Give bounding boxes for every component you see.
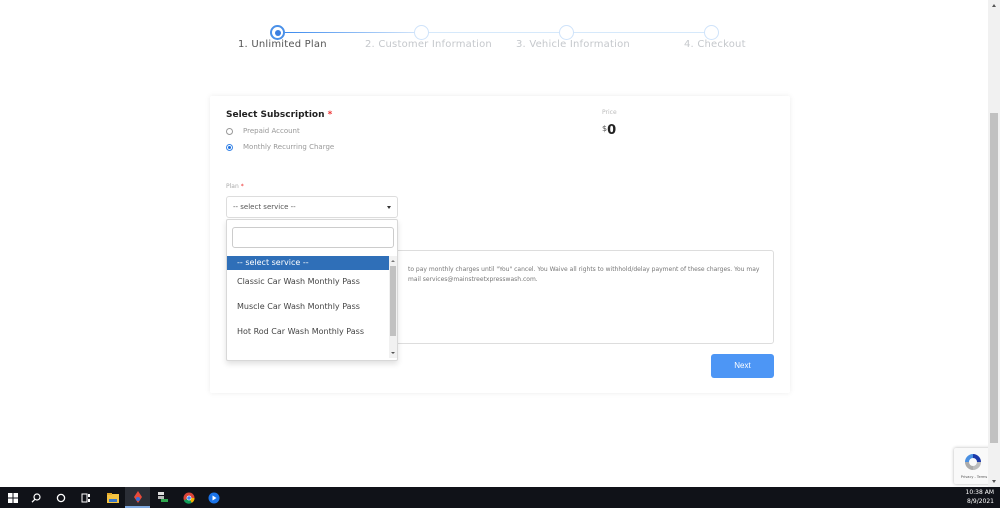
scroll-down-icon[interactable] bbox=[992, 480, 996, 483]
step-4-indicator[interactable] bbox=[704, 25, 719, 40]
recaptcha-privacy-terms[interactable]: Privacy - Terms bbox=[954, 475, 988, 479]
step-3-label: 3. Vehicle Information bbox=[516, 39, 630, 50]
scroll-up-icon[interactable] bbox=[992, 4, 996, 7]
scroll-up-icon[interactable] bbox=[391, 260, 395, 262]
windows-taskbar: 10:38 AM 8/9/2021 bbox=[0, 487, 1000, 508]
cortana-icon[interactable] bbox=[48, 487, 73, 508]
price-value: $0 bbox=[602, 123, 616, 138]
media-app-icon[interactable] bbox=[201, 487, 226, 508]
radio-button[interactable] bbox=[226, 127, 233, 135]
step-1-indicator[interactable] bbox=[270, 25, 285, 40]
dropdown-option[interactable]: Hot Rod Car Wash Monthly Pass bbox=[227, 325, 389, 350]
chrome-icon[interactable] bbox=[176, 487, 201, 508]
scroll-down-icon[interactable] bbox=[391, 352, 395, 354]
windows-start-icon[interactable] bbox=[0, 487, 25, 508]
plan-label-text: Plan bbox=[226, 183, 239, 190]
radio-button[interactable] bbox=[226, 143, 233, 151]
step-connector bbox=[428, 32, 560, 33]
radio-prepaid-account[interactable]: Prepaid Account bbox=[226, 127, 300, 135]
required-mark: * bbox=[327, 110, 333, 120]
select-subscription-heading: Select Subscription * bbox=[226, 110, 332, 120]
browser-viewport: 1. Unlimited Plan 2. Customer Informatio… bbox=[0, 0, 988, 487]
dropdown-option[interactable]: Muscle Car Wash Monthly Pass bbox=[227, 300, 389, 325]
price-label: Price bbox=[602, 109, 617, 116]
dropdown-search-input[interactable] bbox=[232, 227, 394, 248]
scrollbar-thumb[interactable] bbox=[990, 113, 998, 443]
dropdown-scrollbar[interactable] bbox=[389, 256, 397, 358]
caret-down-icon bbox=[387, 206, 391, 209]
search-icon[interactable] bbox=[23, 487, 48, 508]
heading-text: Select Subscription bbox=[226, 110, 325, 120]
plan-label: Plan * bbox=[226, 183, 244, 190]
plan-dropdown: -- select service -- Classic Car Wash Mo… bbox=[226, 219, 398, 361]
app-icon[interactable] bbox=[125, 487, 150, 508]
plan-select[interactable]: -- select service -- bbox=[226, 196, 398, 218]
step-2-indicator[interactable] bbox=[414, 25, 429, 40]
step-4-label: 4. Checkout bbox=[684, 39, 746, 50]
next-button[interactable]: Next bbox=[711, 354, 774, 378]
step-connector bbox=[573, 32, 705, 33]
plan-select-value: -- select service -- bbox=[233, 203, 296, 211]
step-1-label: 1. Unlimited Plan bbox=[238, 39, 327, 50]
recaptcha-icon bbox=[965, 454, 981, 470]
dropdown-option[interactable]: -- select service -- bbox=[227, 256, 389, 270]
price-amount: 0 bbox=[607, 123, 617, 138]
dropdown-option[interactable]: Classic Car Wash Monthly Pass bbox=[227, 275, 389, 300]
progress-stepper: 1. Unlimited Plan 2. Customer Informatio… bbox=[0, 12, 988, 57]
clock-time: 10:38 AM bbox=[965, 489, 994, 496]
step-connector bbox=[285, 32, 415, 33]
network-app-icon[interactable] bbox=[150, 487, 175, 508]
radio-label: Prepaid Account bbox=[243, 127, 300, 135]
dropdown-options-list: -- select service -- Classic Car Wash Mo… bbox=[227, 256, 389, 360]
required-mark: * bbox=[240, 183, 244, 190]
radio-monthly-recurring[interactable]: Monthly Recurring Charge bbox=[226, 143, 334, 151]
recaptcha-badge[interactable]: Privacy - Terms bbox=[954, 448, 988, 484]
page-scrollbar[interactable] bbox=[988, 0, 1000, 487]
task-view-icon[interactable] bbox=[73, 487, 98, 508]
clock-date: 8/9/2021 bbox=[967, 497, 994, 505]
step-3-indicator[interactable] bbox=[559, 25, 574, 40]
scrollbar-thumb[interactable] bbox=[390, 266, 396, 336]
step-2-label: 2. Customer Information bbox=[365, 39, 492, 50]
file-explorer-icon[interactable] bbox=[100, 487, 125, 508]
radio-label: Monthly Recurring Charge bbox=[243, 143, 335, 151]
system-clock[interactable]: 10:38 AM 8/9/2021 bbox=[966, 489, 994, 506]
